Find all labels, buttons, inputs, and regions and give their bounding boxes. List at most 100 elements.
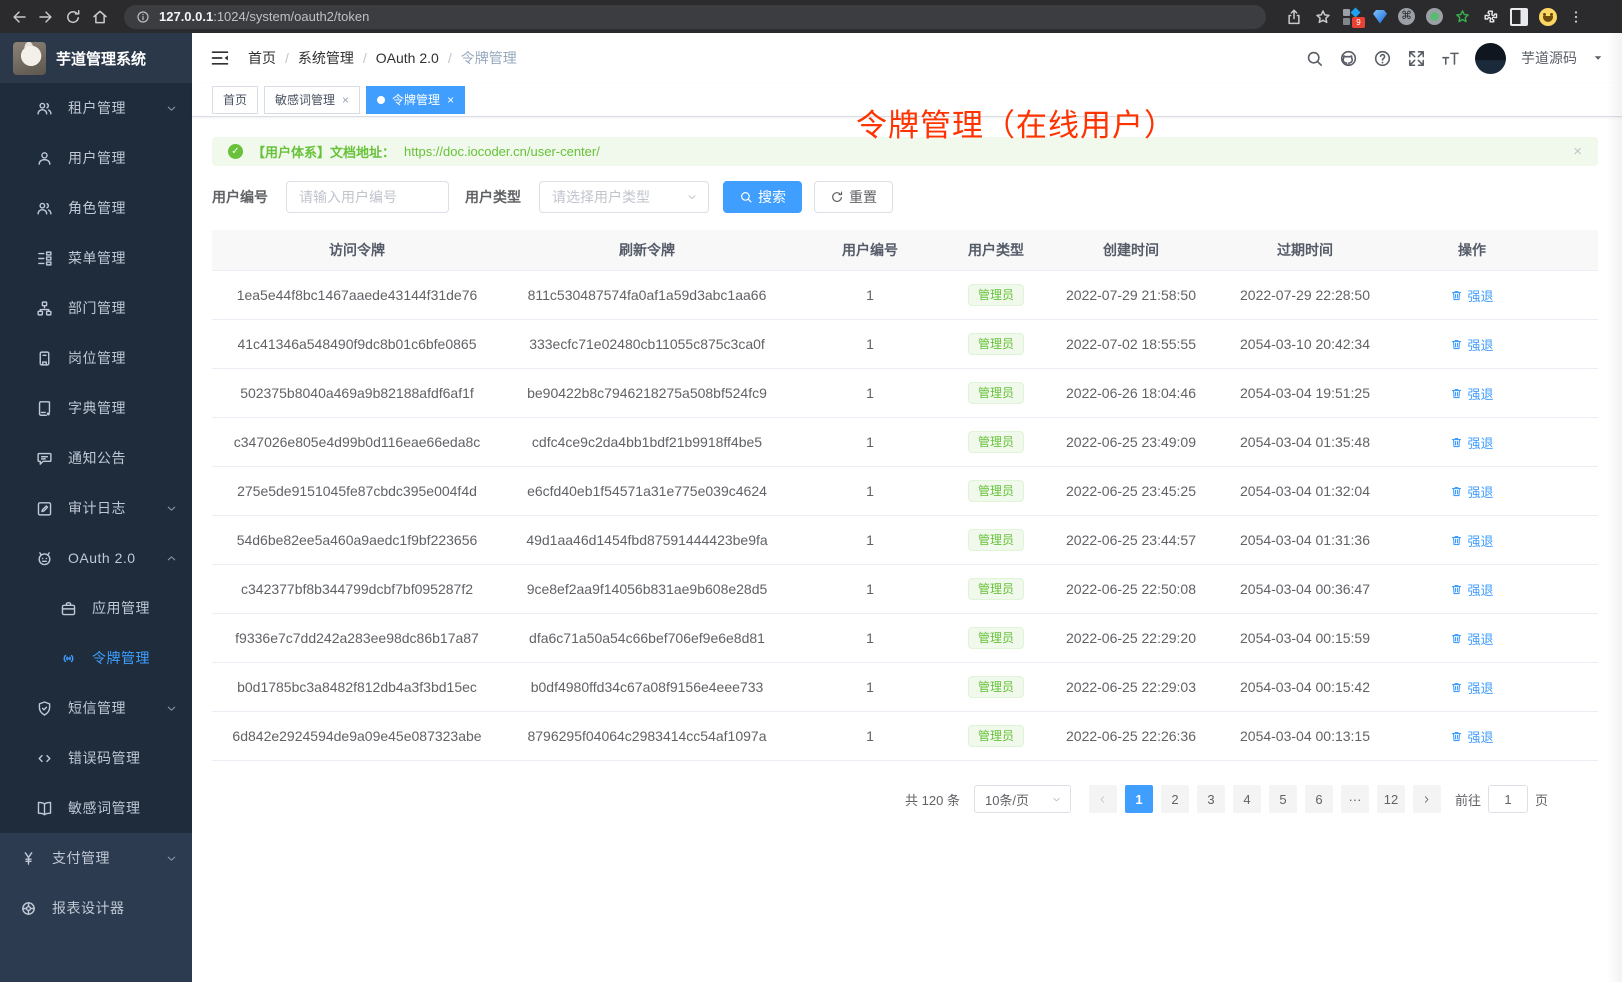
chevron-down-icon xyxy=(165,102,178,115)
url-bar[interactable]: 127.0.0.1:1024/system/oauth2/token xyxy=(124,5,1266,29)
sidebar-item-notice[interactable]: 通知公告 xyxy=(0,433,192,483)
org-chart-icon xyxy=(36,300,53,317)
shield-icon xyxy=(36,700,53,717)
sidebar-item-payment[interactable]: 支付管理 xyxy=(0,833,192,883)
help-icon[interactable] xyxy=(1373,49,1392,68)
home-icon[interactable] xyxy=(91,8,109,26)
sidebar-item-post[interactable]: 岗位管理 xyxy=(0,333,192,383)
roles-icon xyxy=(36,200,53,217)
sidebar-item-sensitive-words[interactable]: 敏感词管理 xyxy=(0,783,192,833)
active-dot xyxy=(377,96,385,104)
breadcrumb-system[interactable]: 系统管理 xyxy=(298,48,376,68)
close-icon[interactable]: × xyxy=(447,93,454,107)
page-ellipsis[interactable]: ··· xyxy=(1341,785,1369,813)
user-id-label: 用户编号 xyxy=(212,187,268,207)
sidebar-item-dict[interactable]: 字典管理 xyxy=(0,383,192,433)
search-button[interactable]: 搜索 xyxy=(723,181,802,213)
force-logout-button[interactable]: 强退 xyxy=(1450,727,1493,746)
force-logout-button[interactable]: 强退 xyxy=(1450,384,1493,403)
page-content: 【用户体系】文档地址： https://doc.iocoder.cn/user-… xyxy=(192,117,1622,813)
sidebar-item-dept[interactable]: 部门管理 xyxy=(0,283,192,333)
yen-icon xyxy=(20,850,37,867)
breadcrumb-oauth[interactable]: OAuth 2.0 xyxy=(376,50,461,66)
search-icon[interactable] xyxy=(1305,49,1324,68)
forward-icon[interactable] xyxy=(37,8,55,26)
sidebar-item-sms[interactable]: 短信管理 xyxy=(0,683,192,733)
sidebar-collapse-icon[interactable] xyxy=(210,48,230,68)
breadcrumb-home[interactable]: 首页 xyxy=(248,48,298,68)
reload-icon[interactable] xyxy=(64,8,82,26)
tab-token-management[interactable]: 令牌管理 × xyxy=(366,86,465,114)
filter-bar: 用户编号 用户类型 请选择用户类型 搜索 重置 xyxy=(212,181,1598,213)
sidebar-section-secondary: 支付管理 报表设计器 xyxy=(0,833,192,982)
caret-down-icon[interactable] xyxy=(1592,52,1604,64)
avatar[interactable] xyxy=(1475,43,1506,74)
user-type-badge: 管理员 xyxy=(968,529,1024,551)
green-star-extension-icon[interactable] xyxy=(1454,8,1471,25)
force-logout-button[interactable]: 强退 xyxy=(1450,531,1493,550)
sidebar-item-error-code[interactable]: 错误码管理 xyxy=(0,733,192,783)
force-logout-button[interactable]: 强退 xyxy=(1450,335,1493,354)
col-user-type: 用户类型 xyxy=(948,240,1044,260)
page-size-select[interactable]: 10条/页 xyxy=(974,785,1071,813)
prev-page-button[interactable] xyxy=(1089,785,1117,813)
alert-title: 【用户体系】文档地址： xyxy=(252,142,395,161)
user-name[interactable]: 芋道源码 xyxy=(1521,48,1577,68)
reset-button[interactable]: 重置 xyxy=(814,181,893,213)
sidebar-item-report-designer[interactable]: 报表设计器 xyxy=(0,883,192,933)
menu-dots-icon[interactable] xyxy=(1568,8,1584,26)
page-button[interactable]: 3 xyxy=(1197,785,1225,813)
browser-chrome: 127.0.0.1:1024/system/oauth2/token 9 xyxy=(0,0,1622,33)
breadcrumb: 首页 系统管理 OAuth 2.0 令牌管理 xyxy=(248,48,517,68)
puzzle-extension-icon[interactable] xyxy=(1482,8,1499,25)
doc-link[interactable]: https://doc.iocoder.cn/user-center/ xyxy=(404,144,600,159)
command-extension-icon[interactable] xyxy=(1398,8,1415,25)
force-logout-button[interactable]: 强退 xyxy=(1450,629,1493,648)
sidebar-item-audit-log[interactable]: 审计日志 xyxy=(0,483,192,533)
sidebar-item-user[interactable]: 用户管理 xyxy=(0,133,192,183)
sidebar-item-oauth-token[interactable]: 令牌管理 xyxy=(0,633,192,683)
tab-home[interactable]: 首页 xyxy=(212,86,258,114)
force-logout-button[interactable]: 强退 xyxy=(1450,580,1493,599)
user-type-select[interactable]: 请选择用户类型 xyxy=(539,181,709,213)
page-button[interactable]: 2 xyxy=(1161,785,1189,813)
sidebar-item-role[interactable]: 角色管理 xyxy=(0,183,192,233)
force-logout-button[interactable]: 强退 xyxy=(1450,286,1493,305)
recorder-extension-icon[interactable] xyxy=(1426,8,1443,25)
goto-page-input[interactable] xyxy=(1488,785,1528,813)
next-page-button[interactable] xyxy=(1413,785,1441,813)
fullscreen-icon[interactable] xyxy=(1407,49,1426,68)
page-button[interactable]: 1 xyxy=(1125,785,1153,813)
back-icon[interactable] xyxy=(10,8,28,26)
sidebar-item-oauth-app[interactable]: 应用管理 xyxy=(0,583,192,633)
github-icon[interactable] xyxy=(1339,49,1358,68)
alert-close-icon[interactable] xyxy=(1573,143,1582,160)
profile-avatar-icon[interactable] xyxy=(1539,8,1557,26)
sidebar-item-tenant[interactable]: 租户管理 xyxy=(0,83,192,133)
refresh-icon xyxy=(830,190,844,204)
page-button[interactable]: 5 xyxy=(1269,785,1297,813)
page-button[interactable]: 4 xyxy=(1233,785,1261,813)
force-logout-button[interactable]: 强退 xyxy=(1450,482,1493,501)
close-icon[interactable]: × xyxy=(342,93,349,107)
chevron-down-icon xyxy=(165,502,178,515)
search-icon xyxy=(739,190,753,204)
extension-icon[interactable]: 9 xyxy=(1343,8,1362,25)
side-panel-icon[interactable] xyxy=(1510,8,1528,26)
tab-sensitive-words[interactable]: 敏感词管理 × xyxy=(264,86,360,114)
star-icon[interactable] xyxy=(1314,8,1332,26)
gem-extension-icon[interactable] xyxy=(1373,10,1387,24)
page-button[interactable]: 12 xyxy=(1377,785,1405,813)
sidebar-item-menu[interactable]: 菜单管理 xyxy=(0,233,192,283)
app-header: 首页 系统管理 OAuth 2.0 令牌管理 芋道源码 xyxy=(192,33,1622,83)
user-type-badge: 管理员 xyxy=(968,725,1024,747)
chevron-down-icon xyxy=(165,852,178,865)
info-icon[interactable] xyxy=(136,10,150,24)
share-icon[interactable] xyxy=(1285,8,1303,26)
sidebar-item-oauth[interactable]: OAuth 2.0 xyxy=(0,533,192,583)
force-logout-button[interactable]: 强退 xyxy=(1450,678,1493,697)
page-button[interactable]: 6 xyxy=(1305,785,1333,813)
font-size-icon[interactable] xyxy=(1441,49,1460,68)
user-id-input[interactable] xyxy=(286,181,449,213)
force-logout-button[interactable]: 强退 xyxy=(1450,433,1493,452)
